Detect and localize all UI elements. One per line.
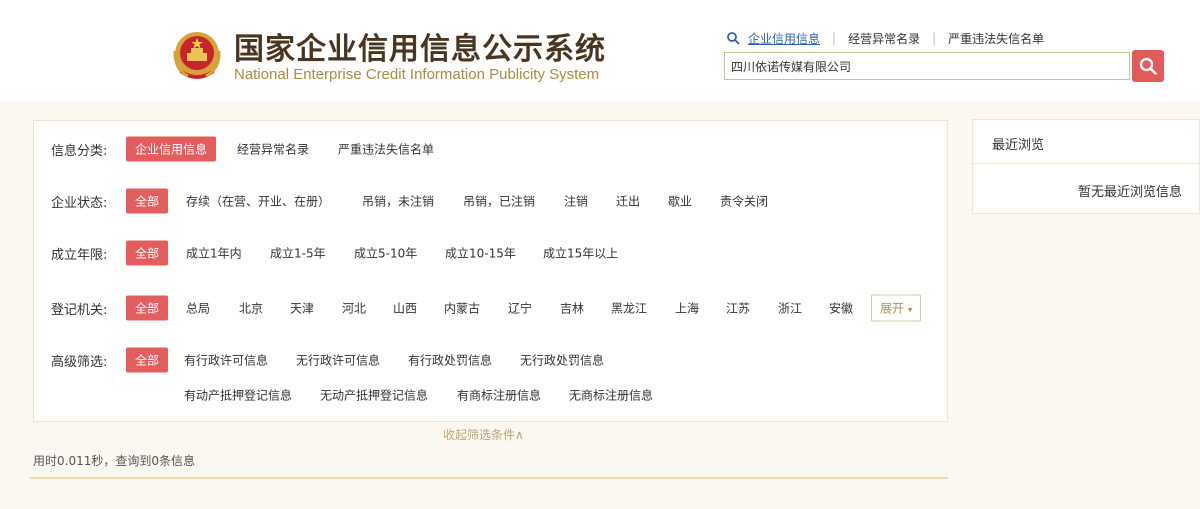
result-info: 用时0.011秒，查询到0条信息 bbox=[33, 454, 195, 468]
search-tab-abnormal-list[interactable]: 经营异常名录 bbox=[848, 30, 920, 47]
national-emblem-icon bbox=[173, 32, 221, 79]
filter-option[interactable]: 无行政许可信息 bbox=[296, 352, 380, 369]
filter-panel: 信息分类: 企业信用信息 经营异常名录 严重违法失信名单 企业状态: 全部 存续… bbox=[33, 120, 948, 422]
filter-option[interactable]: 天津 bbox=[290, 300, 314, 317]
filter-option[interactable]: 上海 bbox=[675, 300, 699, 317]
filter-row-registration-authority: 登记机关: 全部 总局 北京 天津 河北 山西 内蒙古 辽宁 吉林 黑龙江 上海… bbox=[34, 294, 947, 322]
search-tabs: 企业信用信息 | 经营异常名录 | 严重违法失信名单 bbox=[726, 29, 1044, 47]
filter-option[interactable]: 注销 bbox=[564, 193, 588, 210]
filter-option[interactable]: 辽宁 bbox=[508, 300, 532, 317]
filter-option[interactable]: 吊销，已注销 bbox=[463, 193, 535, 210]
filter-option[interactable]: 成立5-10年 bbox=[354, 245, 417, 262]
search-icon bbox=[1139, 57, 1157, 75]
filter-option[interactable]: 经营异常名录 bbox=[237, 141, 309, 158]
search-box bbox=[724, 52, 1130, 80]
filter-option[interactable]: 山西 bbox=[393, 300, 417, 317]
divider bbox=[30, 477, 948, 479]
filter-option[interactable]: 成立1-5年 bbox=[270, 245, 326, 262]
filter-option[interactable]: 安徽 bbox=[829, 300, 853, 317]
filter-option[interactable]: 存续（在营、开业、在册） bbox=[186, 193, 330, 210]
tab-separator: | bbox=[932, 31, 937, 45]
filter-row-enterprise-status: 企业状态: 全部 存续（在营、开业、在册） 吊销，未注销 吊销，已注销 注销 迁… bbox=[34, 187, 947, 215]
collapse-filters-link[interactable]: 收起筛选条件∧ bbox=[443, 426, 524, 443]
recent-title: 最近浏览 bbox=[973, 120, 1199, 164]
filter-option[interactable]: 黑龙江 bbox=[611, 300, 647, 317]
caret-down-icon: ▾ bbox=[907, 305, 913, 316]
filter-label: 高级筛选: bbox=[51, 354, 108, 370]
recent-panel: 最近浏览 暂无最近浏览信息 bbox=[972, 119, 1200, 214]
search-icon bbox=[727, 32, 740, 45]
filter-option[interactable]: 有行政许可信息 bbox=[184, 352, 268, 369]
filter-row-advanced: 高级筛选: 全部 有行政许可信息 无行政许可信息 有行政处罚信息 无行政处罚信息 bbox=[34, 346, 947, 374]
filter-row-info-category: 信息分类: 企业信用信息 经营异常名录 严重违法失信名单 bbox=[34, 135, 947, 163]
filter-option[interactable]: 严重违法失信名单 bbox=[338, 141, 434, 158]
site-title: 国家企业信用信息公示系统 bbox=[234, 32, 606, 67]
filter-option[interactable]: 北京 bbox=[239, 300, 263, 317]
filter-option[interactable]: 有动产抵押登记信息 bbox=[184, 387, 292, 404]
filter-row-established-years: 成立年限: 全部 成立1年内 成立1-5年 成立5-10年 成立10-15年 成… bbox=[34, 239, 947, 267]
filter-option[interactable]: 有行政处罚信息 bbox=[408, 352, 492, 369]
filter-option[interactable]: 迁出 bbox=[616, 193, 640, 210]
recent-empty-text: 暂无最近浏览信息 bbox=[1078, 185, 1183, 200]
expand-button[interactable]: 展开 ▾ bbox=[871, 294, 922, 322]
filter-option-selected[interactable]: 全部 bbox=[126, 240, 169, 266]
filter-option-selected[interactable]: 企业信用信息 bbox=[126, 136, 217, 162]
filter-option[interactable]: 成立10-15年 bbox=[445, 245, 516, 262]
filter-label: 成立年限: bbox=[51, 247, 108, 263]
search-input[interactable] bbox=[725, 53, 1129, 79]
filter-option[interactable]: 总局 bbox=[186, 300, 210, 317]
filter-option[interactable]: 成立15年以上 bbox=[543, 245, 618, 262]
filter-option-selected[interactable]: 全部 bbox=[126, 188, 169, 214]
search-tab-credit-info[interactable]: 企业信用信息 bbox=[748, 30, 820, 47]
filter-label: 企业状态: bbox=[51, 195, 108, 211]
site-subtitle: National Enterprise Credit Information P… bbox=[234, 66, 600, 83]
filter-row-advanced-2: 有动产抵押登记信息 无动产抵押登记信息 有商标注册信息 无商标注册信息 bbox=[34, 381, 947, 409]
filter-option[interactable]: 无商标注册信息 bbox=[569, 387, 653, 404]
filter-option-selected[interactable]: 全部 bbox=[126, 347, 169, 373]
filter-option[interactable]: 成立1年内 bbox=[186, 245, 242, 262]
filter-option[interactable]: 吊销，未注销 bbox=[362, 193, 434, 210]
filter-label: 登记机关: bbox=[51, 302, 108, 318]
filter-option[interactable]: 无行政处罚信息 bbox=[520, 352, 604, 369]
tab-separator: | bbox=[832, 31, 837, 45]
filter-option[interactable]: 吉林 bbox=[560, 300, 584, 317]
search-button[interactable] bbox=[1132, 50, 1164, 82]
filter-label: 信息分类: bbox=[51, 143, 108, 159]
filter-option[interactable]: 责令关闭 bbox=[720, 193, 768, 210]
filter-option[interactable]: 无动产抵押登记信息 bbox=[320, 387, 428, 404]
filter-option[interactable]: 江苏 bbox=[726, 300, 750, 317]
search-tab-blacklist[interactable]: 严重违法失信名单 bbox=[948, 30, 1044, 47]
filter-option-selected[interactable]: 全部 bbox=[126, 295, 169, 321]
filter-option[interactable]: 歇业 bbox=[668, 193, 692, 210]
site-header: 国家企业信用信息公示系统 National Enterprise Credit … bbox=[0, 0, 1200, 102]
filter-option[interactable]: 有商标注册信息 bbox=[457, 387, 541, 404]
expand-label: 展开 bbox=[880, 301, 905, 316]
filter-option[interactable]: 内蒙古 bbox=[444, 300, 480, 317]
filter-option[interactable]: 河北 bbox=[342, 300, 366, 317]
filter-option[interactable]: 浙江 bbox=[778, 300, 802, 317]
